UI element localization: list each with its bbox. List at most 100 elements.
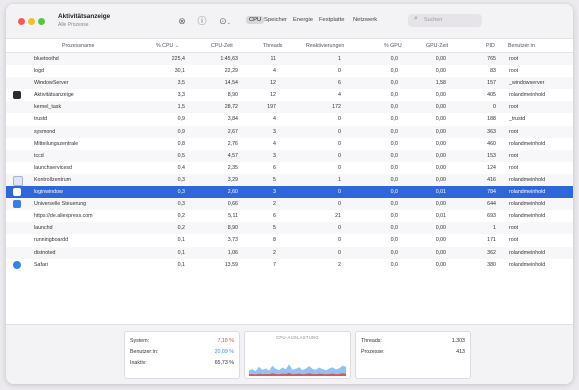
cell-name: kernel_task (34, 104, 62, 111)
close-window-button[interactable] (18, 18, 25, 25)
control-center-app-icon (13, 175, 23, 186)
search-icon: ⌕ (414, 15, 418, 22)
cell-gpu-time: 0,00 (435, 249, 446, 256)
table-row[interactable]: logd 30,1 22,29 4 0 0,0 0,00 83 root (6, 65, 573, 77)
tab-disk[interactable]: Festplatte (316, 16, 347, 24)
column-header-cpu[interactable]: % CPU ⌄ (156, 43, 179, 49)
table-row[interactable]: distnoted 0,1 1,06 2 0 0,0 0,00 362 rolandmeinho… (6, 246, 573, 259)
cell-gpu-time: 0,00 (435, 225, 446, 232)
cell-gpu-time: 0,00 (435, 56, 446, 62)
cell-wakeups: 0 (338, 152, 341, 159)
cell-name: Aktivitätsanzeige (34, 92, 74, 99)
cell-gpu: 0,0 (390, 176, 398, 183)
info-icon[interactable]: ⓘ (196, 15, 208, 27)
cell-threads: 2 (273, 201, 276, 208)
cell-gpu: 0,0 (390, 164, 398, 171)
tab-memory[interactable]: Speicher (261, 16, 290, 24)
table-row[interactable]: bluetoothd 225,4 1:45,63 11 1 0,0 0,00 765 root (6, 53, 573, 66)
cell-cpu: 0,3 (177, 176, 185, 183)
table-row[interactable]: launchservicesd 0,4 2,35 6 0 0,0 0,00 124 root (6, 162, 573, 174)
minimize-window-button[interactable] (28, 18, 35, 25)
stop-process-icon[interactable]: ⊗ (176, 15, 188, 27)
cell-cpu: 0,2 (177, 213, 185, 220)
column-header-user[interactable]: Benutzer:in (508, 43, 535, 49)
cpu-summary-area: System: 7,18 % Benutzer:in: 20,09 % Inak… (6, 324, 573, 384)
cell-threads: 2 (273, 249, 276, 256)
table-row[interactable]: Aktivitätsanzeige 3,3 8,90 12 4 0,0 0,00 405 rol… (6, 89, 573, 101)
cell-gpu-time: 0,00 (435, 104, 446, 111)
app-title: Aktivitätsanzeige (58, 13, 111, 20)
cell-wakeups: 0 (338, 249, 341, 256)
cell-threads: 4 (273, 140, 276, 147)
cell-gpu-time: 0,00 (435, 176, 446, 183)
column-header-pid[interactable]: PID (486, 43, 495, 49)
search-input[interactable]: ⌕ Suchen (408, 14, 482, 27)
cell-name: runningboardd (34, 237, 69, 244)
table-row[interactable]: https://de.aliexpress.com 0,2 5,11 6 21 0,0 0,… (6, 210, 573, 222)
cell-pid: 405 (487, 92, 496, 99)
process-table: bluetoothd 225,4 1:45,63 11 1 0,0 0,00 765 root l… (6, 53, 573, 271)
cell-name: Kontrollzentrum (34, 176, 72, 183)
table-row[interactable]: kernel_task 1,5 28,72 197 172 0,0 0,00 0 root (6, 101, 573, 114)
cell-user: root (509, 225, 519, 232)
cell-threads: 6 (273, 164, 276, 171)
cell-pid: 380 (487, 261, 496, 268)
column-header-cpu-time[interactable]: CPU-Zeit (211, 43, 233, 49)
table-row[interactable]: runningboardd 0,1 3,73 8 0 0,0 0,00 171 root (6, 234, 573, 246)
column-header-gpu-time[interactable]: GPU-Zeit (426, 43, 448, 49)
cell-cpu-time: 2,60 (227, 189, 238, 196)
cell-cpu: 0,3 (177, 189, 185, 196)
table-row[interactable]: Safari 0,1 13,59 7 2 0,0 0,00 380 rolandmeinhold (6, 259, 573, 271)
cpu-load-chart (249, 364, 346, 376)
cell-gpu-time: 1,58 (435, 80, 446, 87)
cell-name: distnoted (34, 249, 56, 256)
cpu-load-panel: System: 7,18 % Benutzer:in: 20,09 % Inak… (124, 331, 240, 379)
zoom-window-button[interactable] (38, 18, 45, 25)
cell-user: rolandmeinhold (509, 189, 546, 196)
tab-energy[interactable]: Energie (290, 16, 316, 24)
table-row[interactable]: sysmond 0,9 2,67 3 0 0,0 0,00 363 root (6, 125, 573, 138)
cell-gpu-time: 0,00 (435, 201, 446, 208)
cell-gpu-time: 0,00 (435, 92, 446, 99)
cell-name: WindowServer (34, 80, 69, 87)
table-row[interactable]: launchd 0,2 8,90 5 0 0,0 0,00 1 root (6, 222, 573, 235)
column-header-gpu[interactable]: % GPU (384, 43, 402, 49)
cell-user: root (509, 68, 519, 75)
column-header-process-name[interactable]: Prozessname (62, 43, 94, 49)
table-row[interactable]: tccd 0,5 4,57 3 0 0,0 0,00 153 root (6, 149, 573, 162)
table-row[interactable]: Mitteilungszentrale 0,8 2,76 4 0 0,0 0,00 460 ro… (6, 138, 573, 150)
cell-gpu-time: 0,00 (435, 116, 446, 123)
column-header-threads[interactable]: Threads (263, 43, 282, 49)
cell-cpu-time: 5,11 (228, 213, 238, 220)
cell-cpu-time: 8,90 (227, 92, 238, 99)
cell-gpu: 0,0 (390, 80, 398, 87)
cell-name: Safari (34, 261, 48, 268)
cell-wakeups: 0 (338, 116, 341, 123)
more-actions-icon[interactable]: ⊙⌄ (216, 15, 234, 27)
cell-wakeups: 0 (338, 164, 341, 171)
table-row[interactable]: trustd 0,9 3,84 4 0 0,0 0,00 188 _trustd (6, 113, 573, 125)
cell-gpu-time: 0,00 (435, 261, 446, 268)
column-header-wakeups[interactable]: Reaktivierungen (306, 43, 344, 49)
table-row[interactable]: WindowServer 3,5 14,54 12 6 0,0 1,58 157 _window… (6, 77, 573, 90)
cpu-load-chart-panel: CPU-AUSLASTUNG (244, 331, 351, 379)
cell-user: rolandmeinhold (509, 92, 546, 99)
cell-threads: 8 (273, 237, 276, 244)
cell-cpu: 0,9 (177, 116, 185, 123)
cell-name: bluetoothd (34, 56, 59, 62)
cell-cpu-time: 0,66 (227, 201, 238, 208)
table-row[interactable]: loginwindow 0,3 2,60 3 0 0,0 0,01 784 rolandmein… (6, 186, 573, 199)
cell-wakeups: 21 (335, 213, 341, 220)
cell-gpu: 0,0 (390, 140, 398, 147)
cell-cpu-time: 8,90 (227, 225, 238, 232)
table-row[interactable]: Kontrollzentrum 0,3 3,29 5 1 0,0 0,00 416 roland… (6, 173, 573, 187)
cell-pid: 1 (493, 225, 496, 232)
activity-monitor-app-icon (13, 91, 21, 100)
activity-monitor-window: Aktivitätsanzeige Alle Prozesse ⊗ ⓘ ⊙⌄ C… (6, 4, 573, 384)
loginwindow-app-icon (13, 188, 21, 197)
cell-wakeups: 0 (338, 225, 341, 232)
table-row[interactable]: Universelle Steuerung 0,3 0,66 2 0 0,0 0,00 644… (6, 198, 573, 211)
system-label: System: (130, 338, 150, 344)
cpu-load-chart-title: CPU-AUSLASTUNG (276, 335, 319, 340)
tab-network[interactable]: Netzwerk (350, 16, 380, 24)
